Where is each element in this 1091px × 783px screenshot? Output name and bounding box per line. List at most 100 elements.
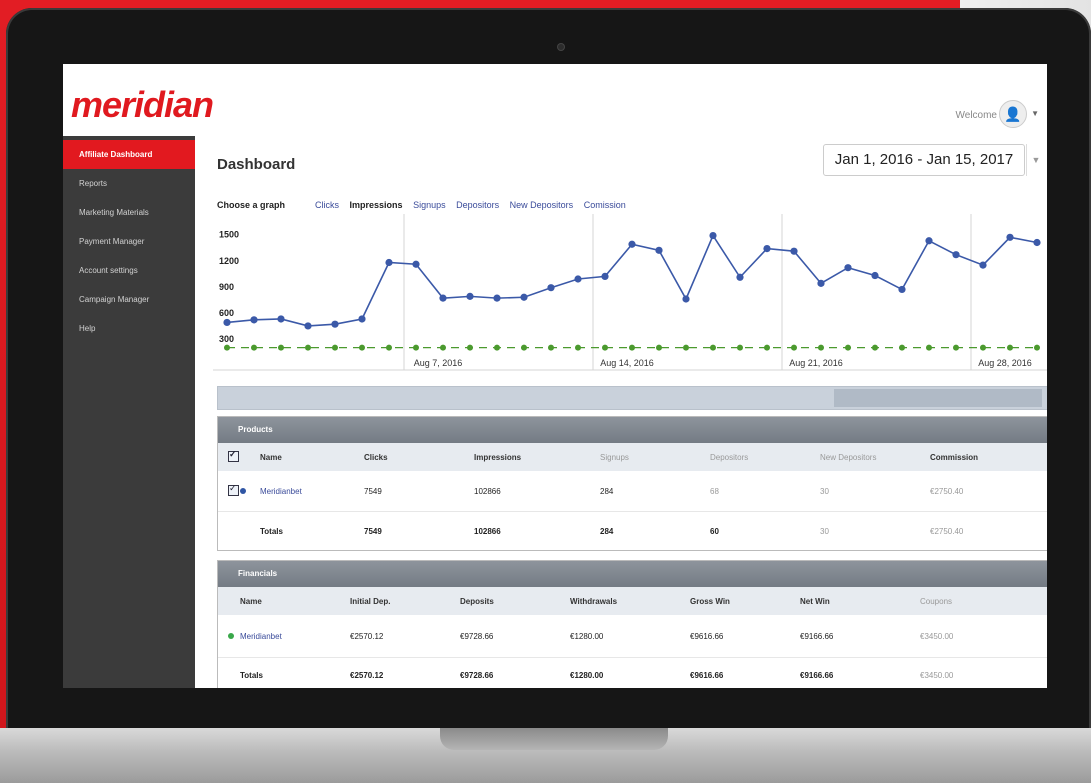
product-name-link[interactable]: Meridianbet [260, 487, 364, 496]
tab-clicks[interactable]: Clicks [315, 200, 339, 210]
sidebar-item-account-settings[interactable]: Account settings [63, 256, 195, 285]
data-point [224, 344, 230, 351]
chevron-down-icon[interactable]: ▼ [1031, 109, 1039, 118]
line-chart: 1500 1200 900 600 300 Aug 7, 2016 Aug 14, 2016… [213, 214, 1047, 371]
data-point [331, 320, 339, 328]
totals-deposits: €9728.66 [460, 670, 494, 680]
col-withdrawals[interactable]: Withdrawals [570, 597, 690, 606]
sidebar-item-marketing-materials[interactable]: Marketing Materials [63, 198, 195, 227]
col-net-win[interactable]: Net Win [800, 597, 920, 606]
tab-depositors[interactable]: Depositors [456, 200, 499, 210]
data-point [979, 261, 987, 269]
col-new-depositors[interactable]: New Depositors [820, 453, 930, 462]
totals-initial-dep: €2570.12 [350, 670, 384, 680]
main-content: Dashboard Jan 1, 2016 - Jan 15, 2017 ▼ C… [195, 136, 1047, 688]
data-point [898, 285, 906, 294]
series-line-impressions [226, 233, 1038, 327]
status-dot-icon [228, 632, 234, 639]
sidebar: Affiliate Dashboard Reports Marketing Ma… [63, 136, 195, 688]
data-point [521, 344, 527, 351]
col-name[interactable]: Name [260, 453, 364, 462]
totals-net-win: €9166.66 [800, 670, 834, 680]
col-name[interactable]: Name [240, 597, 350, 606]
cell-clicks: 7549 [364, 486, 382, 496]
col-signups[interactable]: Signups [600, 453, 710, 462]
data-point [250, 316, 258, 324]
data-point [710, 344, 716, 351]
date-range-picker[interactable]: Jan 1, 2016 - Jan 15, 2017 [823, 144, 1025, 176]
scroller-handle[interactable] [834, 389, 1042, 407]
data-point [763, 244, 771, 253]
financial-name-link[interactable]: Meridianbet [240, 632, 350, 641]
col-deposits[interactable]: Deposits [460, 597, 570, 606]
sidebar-item-campaign-manager[interactable]: Campaign Manager [63, 285, 195, 314]
data-point [628, 240, 636, 248]
totals-impressions: 102866 [474, 526, 501, 536]
cell-impressions: 102866 [474, 486, 501, 496]
x-tick-label: Aug 28, 2016 [978, 358, 1032, 368]
sidebar-item-reports[interactable]: Reports [63, 169, 195, 198]
data-point [575, 344, 581, 351]
cell-initial-dep: €2570.12 [350, 631, 384, 641]
brand-logo[interactable]: meridian [71, 84, 214, 126]
cell-signups: 284 [600, 486, 614, 496]
col-depositors[interactable]: Depositors [710, 453, 820, 462]
tab-signups[interactable]: Signups [413, 200, 446, 210]
data-point [223, 318, 231, 327]
x-tick-label: Aug 7, 2016 [414, 358, 463, 368]
data-point [844, 264, 852, 272]
tab-comission[interactable]: Comission [584, 200, 626, 210]
data-point [683, 344, 689, 351]
col-initial-dep[interactable]: Initial Dep. [350, 597, 460, 606]
col-commission[interactable]: Commission [930, 453, 1047, 462]
choose-graph-label: Choose a graph [217, 200, 286, 210]
totals-clicks: 7549 [364, 526, 382, 536]
data-point [413, 344, 419, 351]
welcome-text: Welcome [955, 110, 998, 121]
tab-impressions[interactable]: Impressions [350, 200, 403, 210]
chart-range-scroller[interactable] [217, 386, 1047, 410]
data-point [439, 294, 447, 302]
data-point [601, 272, 609, 280]
data-point [845, 344, 851, 351]
totals-label: Totals [240, 670, 263, 680]
row-checkbox[interactable] [228, 483, 239, 496]
sidebar-item-affiliate-dashboard[interactable]: Affiliate Dashboard [63, 140, 195, 169]
col-clicks[interactable]: Clicks [364, 453, 474, 462]
data-point [709, 231, 717, 240]
data-point [1007, 344, 1013, 351]
sidebar-item-payment-manager[interactable]: Payment Manager [63, 227, 195, 256]
totals-withdrawals: €1280.00 [570, 670, 604, 680]
cell-depositors: 68 [710, 486, 719, 496]
tab-new-depositors[interactable]: New Depositors [510, 200, 574, 210]
data-point [467, 344, 473, 351]
data-point [818, 344, 824, 351]
data-point [412, 260, 420, 268]
chevron-down-icon[interactable]: ▼ [1026, 144, 1045, 176]
graph-tabs: Clicks Impressions Signups Depositors Ne… [315, 200, 634, 210]
totals-row: Totals 7549 102866 284 60 30 €2750.40 [218, 512, 1047, 550]
data-point [1034, 344, 1040, 351]
select-all-checkbox[interactable] [228, 449, 239, 462]
data-point [629, 344, 635, 351]
col-coupons[interactable]: Coupons [920, 597, 1038, 606]
page-title: Dashboard [217, 156, 296, 173]
data-point [953, 344, 959, 351]
data-point [656, 344, 662, 351]
data-point [1033, 238, 1041, 247]
y-tick-label: 600 [219, 308, 234, 318]
series-dot-icon [240, 487, 246, 494]
cell-deposits: €9728.66 [460, 631, 494, 641]
financials-header: Financials [218, 561, 1047, 587]
cell-commission: €2750.40 [930, 486, 964, 496]
user-avatar-icon[interactable]: 👤 [999, 100, 1027, 128]
data-point [872, 344, 878, 351]
y-tick-label: 1200 [219, 256, 239, 266]
data-point [926, 344, 932, 351]
data-point [520, 293, 528, 301]
col-impressions[interactable]: Impressions [474, 453, 600, 462]
data-point [871, 271, 879, 280]
col-gross-win[interactable]: Gross Win [690, 597, 800, 606]
totals-label: Totals [260, 526, 283, 536]
sidebar-item-help[interactable]: Help [63, 314, 195, 343]
